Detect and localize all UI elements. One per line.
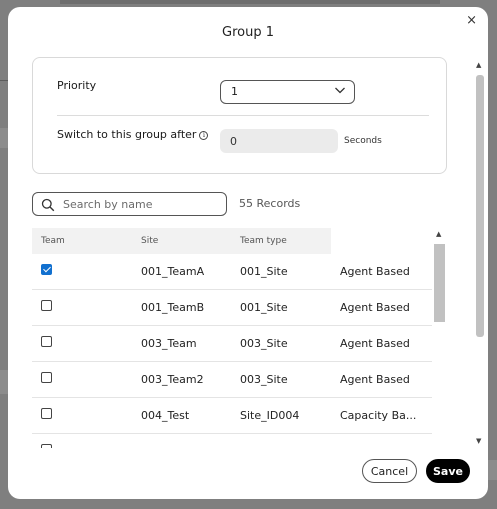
cancel-button[interactable]: Cancel: [362, 459, 417, 483]
search-input[interactable]: [63, 196, 218, 212]
priority-select[interactable]: 1: [220, 80, 355, 104]
group-settings-card: Priority 1 Switch to this group afteri S…: [32, 57, 447, 174]
scroll-down-arrow-icon[interactable]: ▼: [476, 437, 481, 445]
cell-team-type: Agent Based: [340, 373, 410, 386]
switch-after-text: Switch to this group after: [57, 128, 197, 141]
table-row-partial[interactable]: [32, 434, 432, 448]
table-scrollbar[interactable]: ▲: [433, 228, 446, 448]
cell-site: Site_ID004: [240, 409, 300, 422]
row-checkbox[interactable]: [41, 336, 52, 347]
table-header: Team Site Team type: [32, 228, 331, 254]
cell-team: 003_Team: [141, 337, 197, 350]
cell-site: 001_Site: [240, 301, 288, 314]
column-header-team-type[interactable]: Team type: [240, 236, 287, 246]
background-divider-1: [0, 80, 8, 81]
cell-site: 001_Site: [240, 265, 288, 278]
scroll-up-arrow-icon[interactable]: ▲: [476, 61, 481, 69]
switch-after-label: Switch to this group after i: [57, 128, 209, 141]
table-row[interactable]: 003_Team2 003_Site Agent Based: [32, 362, 432, 398]
column-header-team[interactable]: Team: [41, 236, 65, 246]
info-icon[interactable]: i: [199, 131, 209, 140]
scrollbar-thumb[interactable]: [476, 75, 484, 337]
background-bar-top: [60, 0, 440, 4]
priority-label: Priority: [57, 79, 97, 92]
cell-site: 003_Site: [240, 373, 288, 386]
group-dialog: Group 1 × ▲ ▼ Priority 1 Switch to this …: [8, 7, 488, 499]
seconds-unit-label: Seconds: [344, 136, 382, 146]
background-divider-3: [0, 370, 8, 394]
search-icon: [41, 197, 55, 212]
cell-team-type: Agent Based: [340, 337, 410, 350]
cell-site: 003_Site: [240, 337, 288, 350]
row-checkbox[interactable]: [41, 300, 52, 311]
row-checkbox[interactable]: [41, 372, 52, 383]
row-checkbox[interactable]: [41, 408, 52, 419]
cell-team-type: Agent Based: [340, 265, 410, 278]
column-header-site[interactable]: Site: [141, 236, 158, 246]
close-button[interactable]: ×: [466, 14, 477, 28]
close-icon: ×: [466, 13, 477, 28]
cell-team-type: Agent Based: [340, 301, 410, 314]
save-button[interactable]: Save: [426, 459, 470, 483]
switch-after-input[interactable]: [220, 129, 338, 153]
background-right-bar: [488, 460, 497, 480]
teams-table: Team Site Team type 001_TeamA 001_Site A…: [32, 228, 446, 448]
table-scroll-up-icon[interactable]: ▲: [436, 230, 441, 238]
background-divider-2: [0, 128, 8, 148]
row-checkbox[interactable]: [41, 264, 52, 275]
dialog-scrollbar[interactable]: ▲ ▼: [474, 59, 486, 445]
row-checkbox[interactable]: [41, 444, 52, 448]
table-scrollbar-thumb[interactable]: [434, 244, 445, 322]
cell-team: 003_Team2: [141, 373, 204, 386]
cell-team: 001_TeamA: [141, 265, 205, 278]
table-row[interactable]: 001_TeamB 001_Site Agent Based: [32, 290, 432, 326]
cell-team: 004_Test: [141, 409, 190, 422]
records-count: 55 Records: [239, 197, 301, 210]
table-row[interactable]: 001_TeamA 001_Site Agent Based: [32, 254, 432, 290]
cell-team: 001_TeamB: [141, 301, 205, 314]
priority-value: 1: [231, 85, 238, 98]
search-box[interactable]: [32, 192, 227, 216]
table-row[interactable]: 004_Test Site_ID004 Capacity Ba...: [32, 398, 432, 434]
table-row[interactable]: 003_Team 003_Site Agent Based: [32, 326, 432, 362]
card-divider: [57, 115, 429, 116]
chevron-down-icon: [334, 84, 346, 99]
dialog-title: Group 1: [222, 25, 274, 40]
cell-team-type: Capacity Ba...: [340, 409, 417, 422]
